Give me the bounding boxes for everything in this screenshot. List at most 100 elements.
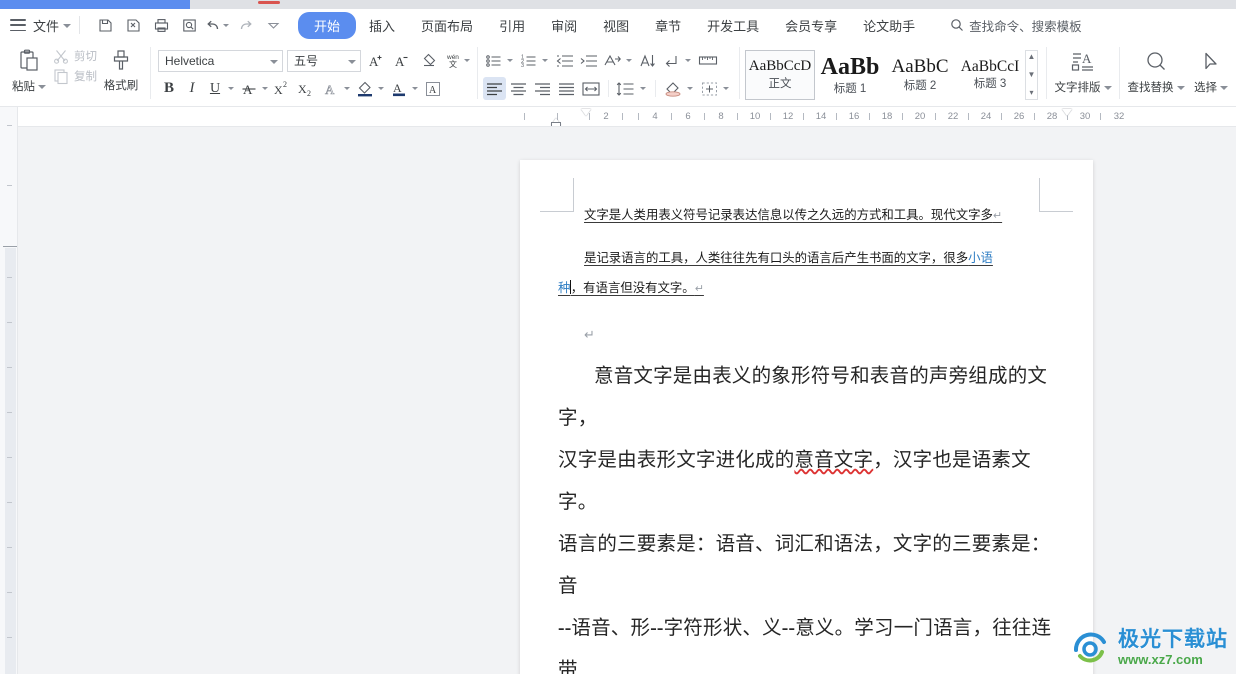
paragraph-3[interactable]: 种，有语言但没有文字。↵ [558, 273, 1063, 304]
increase-font-size-icon[interactable]: A [365, 49, 387, 72]
bullet-dropdown-icon[interactable] [507, 59, 513, 62]
character-border-button[interactable]: A [422, 77, 444, 100]
styles-scroll-down-icon[interactable]: ▼ [1028, 71, 1036, 79]
strikethrough-dropdown-icon[interactable] [262, 87, 268, 90]
vertical-ruler[interactable] [0, 107, 18, 674]
clear-format-icon[interactable] [417, 49, 439, 72]
command-search[interactable]: 查找命令、搜索模板 [950, 16, 1082, 35]
shading-dropdown-icon[interactable] [687, 87, 693, 90]
document-tab[interactable] [0, 0, 190, 9]
undo-icon[interactable] [204, 13, 230, 37]
file-menu-button[interactable]: 文件 [33, 16, 72, 35]
highlight-dropdown-icon[interactable] [378, 87, 384, 90]
chevron-down-icon[interactable] [1176, 86, 1185, 90]
text-layout-button[interactable]: A 文字排版 [1052, 44, 1114, 95]
document-page[interactable]: 文字是人类用表义符号记录表达信息以传之久远的方式和工具。现代文字多↵ 是记录语言… [520, 160, 1093, 674]
styles-more-icon[interactable]: ▾ [1029, 89, 1033, 97]
right-indent-marker[interactable] [1062, 109, 1072, 116]
save-as-icon[interactable] [120, 13, 146, 37]
print-icon[interactable] [148, 13, 174, 37]
text-effects-dropdown-icon[interactable] [344, 87, 350, 90]
asian-layout-dropdown-icon[interactable] [626, 59, 632, 62]
tab-member-exclusive[interactable]: 会员专享 [772, 12, 850, 39]
align-left-button[interactable] [483, 77, 506, 100]
numbered-list-button[interactable]: 1 2 3 [518, 49, 540, 72]
text-effects-button[interactable]: A [320, 77, 342, 100]
superscript-button[interactable]: X 2 [272, 77, 295, 100]
line-spacing-dropdown-icon[interactable] [640, 87, 646, 90]
strikethrough-button[interactable]: A [238, 77, 260, 100]
horizontal-ruler[interactable]: 2 4 6 8 10 12 14 16 18 20 22 24 26 28 30… [18, 107, 1236, 127]
borders-button[interactable] [698, 77, 721, 100]
distribute-button[interactable] [579, 77, 603, 100]
select-button[interactable]: 选择 [1187, 44, 1235, 95]
show-marks-dropdown-icon[interactable] [685, 59, 691, 62]
app-menu-icon[interactable] [10, 19, 26, 31]
show-marks-button[interactable] [660, 49, 683, 72]
borders-dropdown-icon[interactable] [723, 87, 729, 90]
styles-scroll-up-icon[interactable]: ▲ [1028, 53, 1036, 61]
tab-page-layout[interactable]: 页面布局 [408, 12, 486, 39]
font-family-select[interactable]: Helvetica [158, 49, 283, 72]
hanging-indent-marker[interactable] [581, 109, 591, 116]
undo-dropdown-icon[interactable] [223, 23, 230, 27]
tab-review[interactable]: 审阅 [538, 12, 590, 39]
increase-indent-button[interactable] [577, 49, 600, 72]
copy-button[interactable]: 复制 [52, 67, 97, 85]
highlight-color-button[interactable] [354, 77, 376, 100]
shading-button[interactable] [661, 77, 685, 100]
style-heading-3[interactable]: AaBbCcI 标题 3 [955, 50, 1025, 100]
tab-developer-tools[interactable]: 开发工具 [694, 12, 772, 39]
decrease-font-size-icon[interactable]: A [391, 49, 413, 72]
tab-thesis-assistant[interactable]: 论文助手 [850, 12, 928, 39]
bullet-list-button[interactable] [483, 49, 505, 72]
italic-button[interactable]: I [181, 77, 203, 100]
close-tab-icon[interactable] [258, 1, 280, 4]
style-body[interactable]: AaBbCcD 正文 [745, 50, 815, 100]
underline-dropdown-icon[interactable] [228, 87, 234, 90]
find-replace-button[interactable]: 查找替换 [1125, 44, 1187, 95]
paragraph-4[interactable]: 意音文字是由表义的象形符号和表音的声旁组成的文字， 汉字是由表形文字进化成的意音… [558, 356, 1063, 674]
sort-button[interactable] [637, 49, 659, 72]
subscript-button[interactable]: X 2 [296, 77, 319, 100]
p1-line1: 文字是人类用表义符号记录表达信息以传之久远的方式和工具。现代文字多 [584, 208, 993, 222]
tab-references[interactable]: 引用 [486, 12, 538, 39]
line-spacing-button[interactable] [614, 77, 638, 100]
numbering-dropdown-icon[interactable] [542, 59, 548, 62]
align-right-button[interactable] [531, 77, 554, 100]
document-text-body[interactable]: 文字是人类用表义符号记录表达信息以传之久远的方式和工具。现代文字多↵ 是记录语言… [558, 200, 1063, 674]
underline-button[interactable]: U [204, 77, 226, 100]
paragraph-2[interactable]: 是记录语言的工具，人类往往先有口头的语言后产生书面的文字，很多小语 [558, 243, 1063, 273]
page-scroll-area[interactable]: 文字是人类用表义符号记录表达信息以传之久远的方式和工具。现代文字多↵ 是记录语言… [18, 127, 1236, 674]
paste-button[interactable]: 粘贴 [6, 44, 52, 94]
cut-button[interactable]: 剪切 [52, 47, 97, 65]
style-heading-2[interactable]: AaBbC 标题 2 [885, 50, 955, 100]
redo-icon[interactable] [232, 13, 258, 37]
print-preview-icon[interactable] [176, 13, 202, 37]
empty-paragraph-1[interactable]: ↵ [558, 320, 1063, 350]
font-color-dropdown-icon[interactable] [412, 87, 418, 90]
align-justify-button[interactable] [555, 77, 578, 100]
pinyin-guide-icon[interactable]: wén 文 [443, 49, 472, 72]
paste-dropdown-icon[interactable] [38, 85, 46, 89]
tab-view[interactable]: 视图 [590, 12, 642, 39]
tab-start[interactable]: 开始 [298, 11, 357, 39]
customize-qat-icon[interactable] [260, 13, 286, 37]
align-center-button[interactable] [507, 77, 530, 100]
style-heading-1[interactable]: AaBb 标题 1 [815, 50, 885, 100]
paragraph-1[interactable]: 文字是人类用表义符号记录表达信息以传之久远的方式和工具。现代文字多↵ [558, 200, 1063, 231]
tab-section[interactable]: 章节 [642, 12, 694, 39]
font-color-button[interactable]: A [388, 77, 410, 100]
chevron-down-icon[interactable] [1220, 86, 1228, 90]
ruler-button[interactable] [696, 49, 720, 72]
font-size-select[interactable]: 五号 [287, 49, 361, 72]
ribbon-separator [150, 47, 151, 99]
decrease-indent-button[interactable] [553, 49, 576, 72]
asian-layout-button[interactable] [601, 49, 624, 72]
tab-insert[interactable]: 插入 [356, 12, 408, 39]
save-icon[interactable] [92, 13, 118, 37]
chevron-down-icon[interactable] [1103, 86, 1112, 90]
bold-button[interactable]: B [158, 77, 180, 100]
format-painter-button[interactable]: 格式刷 [97, 44, 145, 93]
styles-scrollbar[interactable]: ▲ ▼ ▾ [1025, 50, 1038, 100]
